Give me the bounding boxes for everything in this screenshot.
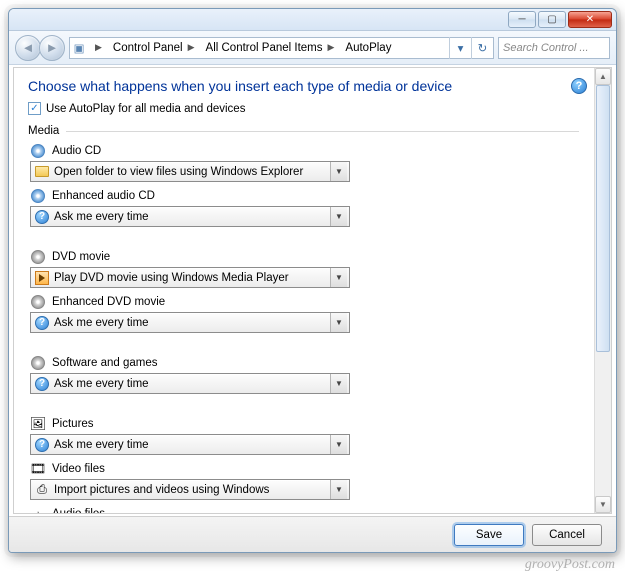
folder-icon xyxy=(34,164,50,180)
software-games-icon xyxy=(30,355,46,371)
media-label: Software and games xyxy=(52,357,157,369)
cancel-button[interactable]: Cancel xyxy=(532,524,602,546)
chevron-down-icon: ▼ xyxy=(330,313,347,332)
pictures-select[interactable]: ?Ask me every time▼ xyxy=(30,434,350,455)
media-label: Audio CD xyxy=(52,145,101,157)
media-label: Pictures xyxy=(52,418,94,430)
chevron-down-icon: ▼ xyxy=(330,374,347,393)
maximize-button[interactable]: ▢ xyxy=(538,11,566,28)
enhanced-audio-cd-icon xyxy=(30,188,46,204)
audio-cd-select[interactable]: Open folder to view files using Windows … xyxy=(30,161,350,182)
video-files-select[interactable]: ⎙Import pictures and videos using Window… xyxy=(30,479,350,500)
location-icon: ▣ xyxy=(70,41,88,55)
pictures-icon: 🖼 xyxy=(30,416,46,432)
footer-bar: Save Cancel xyxy=(9,516,616,552)
breadcrumb-chevron[interactable]: ▶ xyxy=(88,38,109,58)
content-pane: ? Choose what happens when you insert ea… xyxy=(13,67,612,514)
minimize-button[interactable]: ─ xyxy=(508,11,536,28)
forward-button[interactable]: ► xyxy=(39,35,65,61)
question-icon: ? xyxy=(34,376,50,392)
address-bar[interactable]: ▣ ▶ Control Panel▶ All Control Panel Ite… xyxy=(69,37,494,59)
close-button[interactable]: ✕ xyxy=(568,11,612,28)
question-icon: ? xyxy=(34,315,50,331)
media-label: Video files xyxy=(52,463,105,475)
chevron-down-icon: ▼ xyxy=(330,435,347,454)
media-label: DVD movie xyxy=(52,251,110,263)
help-icon[interactable]: ? xyxy=(571,78,587,94)
history-dropdown-icon[interactable]: ▾ xyxy=(449,37,471,59)
refresh-button[interactable]: ↻ xyxy=(471,37,493,59)
media-label: Audio files xyxy=(52,508,105,513)
media-group-label: Media xyxy=(28,125,579,137)
save-button[interactable]: Save xyxy=(454,524,524,546)
breadcrumb-item[interactable]: All Control Panel Items▶ xyxy=(202,38,342,58)
scroll-thumb[interactable] xyxy=(596,85,610,352)
watermark: groovyPost.com xyxy=(525,557,615,573)
breadcrumb-item[interactable]: Control Panel▶ xyxy=(109,38,202,58)
import-icon: ⎙ xyxy=(34,482,50,498)
enhanced-audio-cd-select[interactable]: ?Ask me every time▼ xyxy=(30,206,350,227)
breadcrumb-item[interactable]: AutoPlay xyxy=(341,38,395,58)
use-autoplay-checkbox[interactable]: ✓ xyxy=(28,102,41,115)
navbar: ◄ ► ▣ ▶ Control Panel▶ All Control Panel… xyxy=(9,31,616,65)
scroll-track[interactable] xyxy=(595,85,611,496)
audio-cd-icon xyxy=(30,143,46,159)
chevron-down-icon: ▼ xyxy=(330,162,347,181)
back-button[interactable]: ◄ xyxy=(15,35,41,61)
vertical-scrollbar[interactable]: ▲ ▼ xyxy=(594,68,611,513)
question-icon: ? xyxy=(34,209,50,225)
software-games-select[interactable]: ?Ask me every time▼ xyxy=(30,373,350,394)
chevron-down-icon: ▼ xyxy=(330,268,347,287)
scroll-down-button[interactable]: ▼ xyxy=(595,496,611,513)
window-frame: ─ ▢ ✕ ◄ ► ▣ ▶ Control Panel▶ All Control… xyxy=(8,8,617,553)
question-icon: ? xyxy=(34,437,50,453)
page-title: Choose what happens when you insert each… xyxy=(28,78,579,94)
use-autoplay-label: Use AutoPlay for all media and devices xyxy=(46,103,245,115)
play-icon xyxy=(34,270,50,286)
dvd-movie-icon xyxy=(30,249,46,265)
audio-files-icon: ♪ xyxy=(30,506,46,513)
chevron-down-icon: ▼ xyxy=(330,480,347,499)
titlebar: ─ ▢ ✕ xyxy=(9,9,616,31)
search-placeholder: Search Control ... xyxy=(503,42,589,54)
media-label: Enhanced DVD movie xyxy=(52,296,165,308)
search-input[interactable]: Search Control ... xyxy=(498,37,610,59)
dvd-movie-select[interactable]: Play DVD movie using Windows Media Playe… xyxy=(30,267,350,288)
chevron-down-icon: ▼ xyxy=(330,207,347,226)
video-files-icon: 🎞 xyxy=(30,461,46,477)
enhanced-dvd-select[interactable]: ?Ask me every time▼ xyxy=(30,312,350,333)
media-label: Enhanced audio CD xyxy=(52,190,155,202)
enhanced-dvd-icon xyxy=(30,294,46,310)
scroll-up-button[interactable]: ▲ xyxy=(595,68,611,85)
